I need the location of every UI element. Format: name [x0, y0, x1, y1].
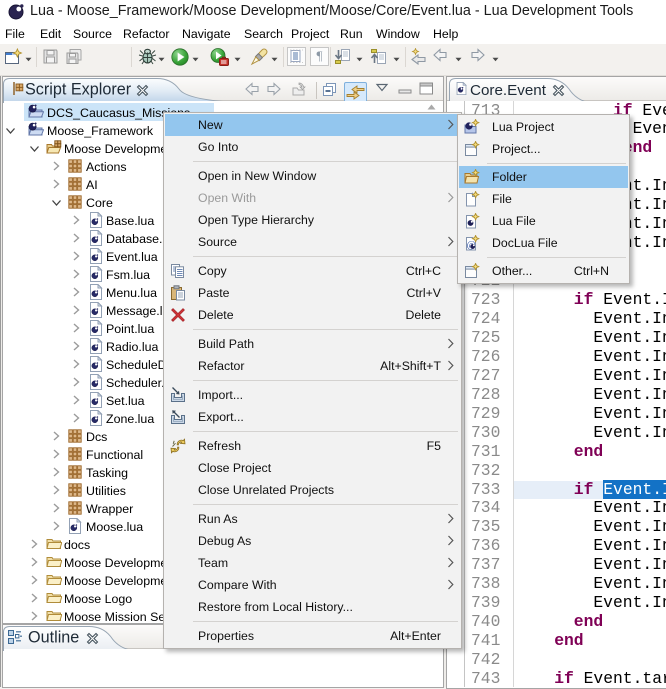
svg-text:Outline: Outline [28, 629, 79, 647]
svg-text:Core.Event: Core.Event [470, 82, 547, 99]
svg-text:Script Explorer: Script Explorer [25, 81, 132, 99]
